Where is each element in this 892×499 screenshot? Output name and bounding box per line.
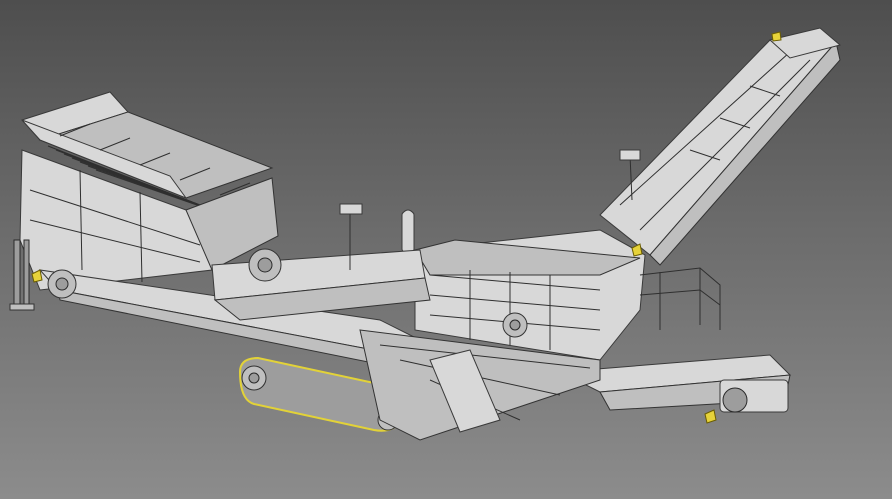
screen-box — [401, 209, 646, 361]
stockpile-conveyor — [599, 27, 842, 266]
cad-viewport[interactable] — [0, 0, 892, 499]
transfer-conveyor — [211, 248, 431, 321]
screening-plant-model[interactable] — [0, 0, 892, 499]
platform-handrail — [639, 267, 721, 330]
